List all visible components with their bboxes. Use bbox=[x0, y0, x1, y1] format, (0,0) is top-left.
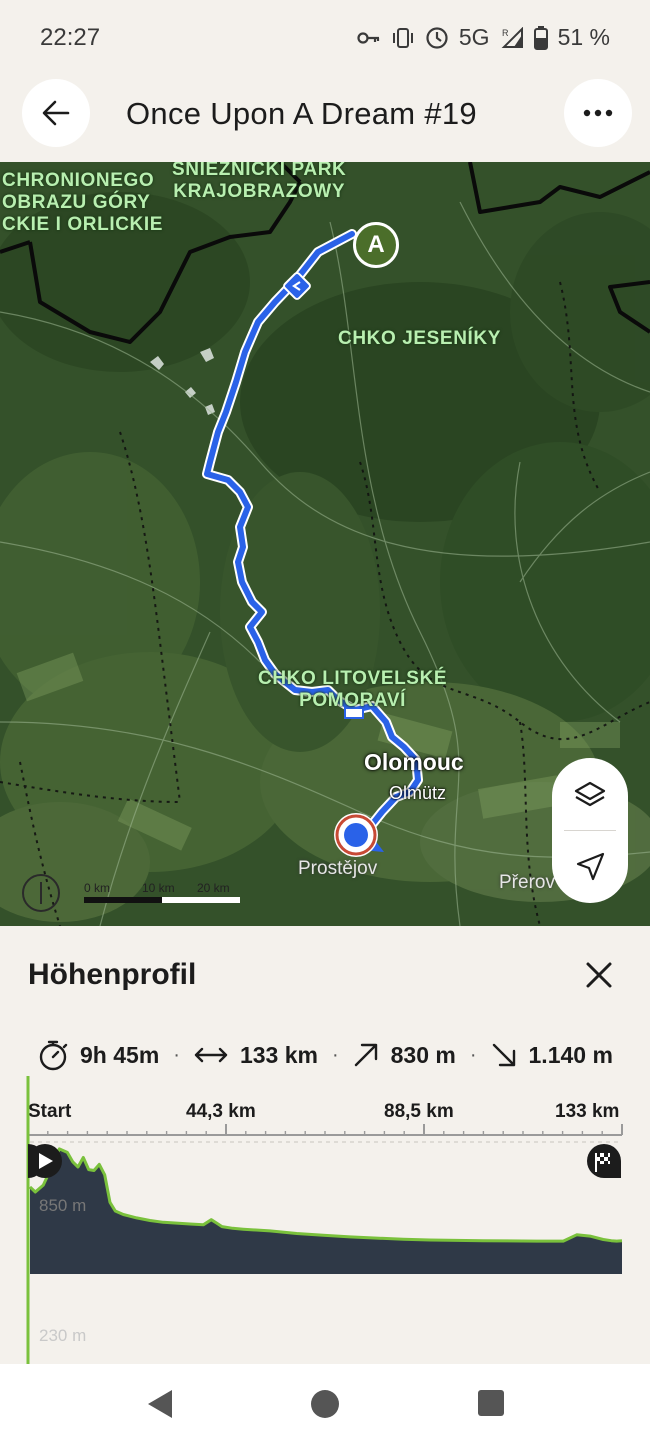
arrow-down-right-icon bbox=[492, 1043, 515, 1067]
elevation-min-label: 230 m bbox=[39, 1326, 87, 1345]
town-label-prerov: Přerov bbox=[499, 872, 555, 893]
app-header: Once Upon A Dream #19 bbox=[0, 76, 650, 162]
alarm-icon bbox=[425, 26, 449, 50]
city-label-olomouc: Olomouc bbox=[364, 749, 464, 775]
home-circle-icon bbox=[311, 1390, 339, 1418]
route-stats: 9h 45m · 133 km · 830 m · 1.140 m bbox=[38, 1039, 613, 1071]
stat-duration: 9h 45m bbox=[38, 1039, 159, 1071]
finish-flag-icon bbox=[587, 1144, 621, 1178]
close-icon bbox=[586, 962, 612, 988]
elevation-max-label: 850 m bbox=[39, 1196, 87, 1215]
layers-button[interactable] bbox=[552, 758, 628, 830]
arrow-up-right-icon bbox=[354, 1043, 377, 1067]
nav-recents-button[interactable] bbox=[477, 1388, 505, 1421]
stat-ascent: 830 m bbox=[353, 1042, 456, 1069]
city-label-olmutz: Olmütz bbox=[389, 783, 447, 803]
close-button[interactable] bbox=[584, 960, 614, 990]
duration-value: 9h 45m bbox=[80, 1041, 160, 1068]
navigation-arrow-icon bbox=[576, 852, 605, 881]
area-label-jeseniky: CHKO JESENÍKY bbox=[338, 328, 502, 349]
sheet-title: Höhenprofil bbox=[28, 958, 197, 991]
descent-value: 1.140 m bbox=[528, 1041, 613, 1068]
arrow-left-icon bbox=[42, 100, 70, 126]
more-button[interactable] bbox=[564, 79, 632, 147]
town-label-prostejov: Prostějov bbox=[298, 858, 378, 879]
stat-descent: 1.140 m bbox=[491, 1042, 613, 1069]
nav-home-button[interactable] bbox=[309, 1388, 341, 1425]
ascent-value: 830 m bbox=[390, 1041, 456, 1068]
status-time: 22:27 bbox=[40, 24, 101, 51]
start-marker[interactable]: A bbox=[353, 222, 399, 268]
layers-icon bbox=[574, 781, 606, 807]
scale-label-10: 10 km bbox=[142, 881, 175, 895]
x-axis-ticks bbox=[27, 1124, 623, 1135]
play-icon bbox=[28, 1144, 62, 1178]
compass-icon[interactable] bbox=[22, 874, 60, 912]
system-nav-bar bbox=[0, 1364, 650, 1447]
battery-icon bbox=[533, 25, 548, 50]
svg-text:R: R bbox=[502, 28, 509, 38]
recents-square-icon bbox=[478, 1390, 504, 1416]
back-button[interactable] bbox=[22, 79, 90, 147]
distance-arrows-icon bbox=[194, 1047, 228, 1063]
scale-label-0: 0 km bbox=[84, 881, 111, 895]
vibrate-icon bbox=[391, 27, 415, 49]
timer-icon bbox=[39, 1040, 68, 1071]
area-label-snieznicki: SNIEZNICKI PARK KRAJOBRAZOWY bbox=[172, 162, 347, 202]
area-label-litovelske: CHKO LITOVELSKÉ POMORAVÍ bbox=[258, 668, 448, 711]
map-view[interactable]: A CHRONIONEGO OBRAZU GÓRY CKIE I ORLICKI… bbox=[0, 162, 650, 926]
scale-label-20: 20 km bbox=[197, 881, 230, 895]
network-label: 5G bbox=[458, 24, 490, 50]
distance-value: 133 km bbox=[239, 1041, 318, 1068]
elevation-profile-chart[interactable] bbox=[0, 1076, 650, 1364]
locate-button[interactable] bbox=[552, 831, 628, 903]
area-label-gory: CHRONIONEGO OBRAZU GÓRY CKIE I ORLICKIE bbox=[2, 170, 164, 235]
signal-icon: R bbox=[500, 26, 524, 49]
status-icons: 5G R 51 % bbox=[357, 24, 610, 51]
nav-back-button[interactable] bbox=[146, 1388, 174, 1425]
key-icon bbox=[357, 30, 381, 46]
back-triangle-icon bbox=[148, 1390, 172, 1418]
map-controls bbox=[552, 758, 628, 903]
stat-distance: 133 km bbox=[194, 1042, 318, 1069]
battery-percent: 51 % bbox=[557, 24, 610, 50]
page-title: Once Upon A Dream #19 bbox=[126, 96, 477, 131]
elevation-profile-sheet: Höhenprofil 9h 45m · 133 km · 830 m · 1.… bbox=[0, 926, 650, 1364]
more-horizontal-icon bbox=[583, 109, 613, 117]
start-marker-label: A bbox=[367, 231, 385, 258]
status-bar: 22:27 5G R 51 % bbox=[0, 0, 650, 76]
